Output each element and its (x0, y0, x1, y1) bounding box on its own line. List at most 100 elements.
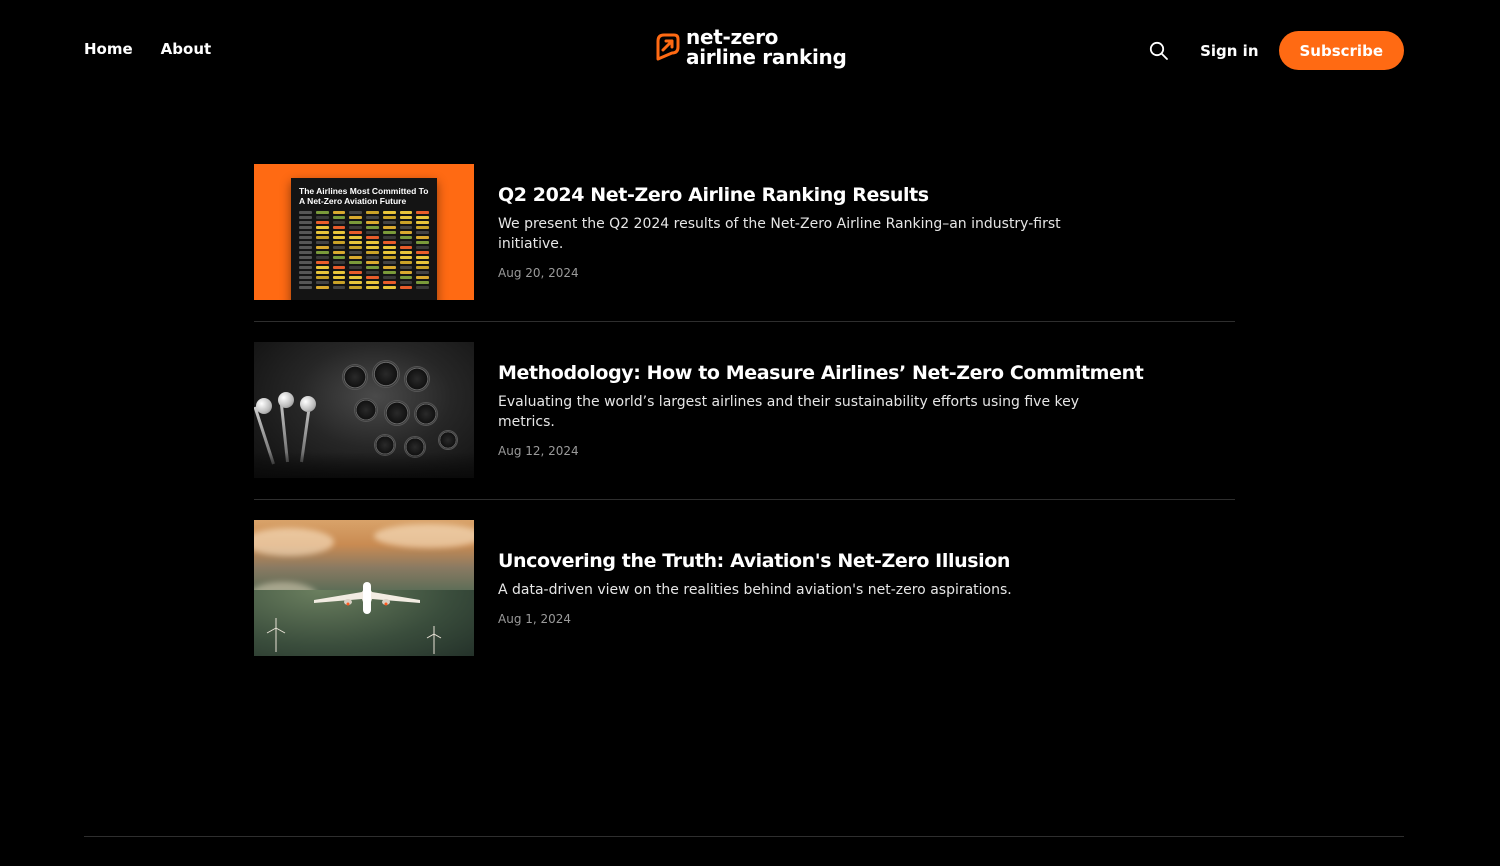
poster-grid-cell (349, 286, 362, 289)
poster-grid-cell (416, 226, 429, 229)
poster-grid-cell (416, 221, 429, 224)
poster-grid-cell (366, 276, 379, 279)
poster-grid-cell (332, 276, 346, 279)
post-card[interactable]: The Airlines Most Committed To A Net-Zer… (254, 164, 1235, 300)
search-icon[interactable] (1148, 40, 1170, 62)
poster-grid-cell (299, 241, 312, 244)
cockpit-gauge (384, 400, 410, 426)
poster-grid-cell (366, 211, 379, 214)
poster-grid-cell (382, 231, 396, 234)
poster-grid-cell (399, 226, 413, 229)
post-divider (254, 499, 1235, 500)
poster-grid-cell (332, 216, 346, 219)
poster-grid-cell (399, 266, 413, 269)
subscribe-button[interactable]: Subscribe (1278, 31, 1404, 70)
poster-grid-cell (382, 281, 396, 284)
poster-grid-cell (366, 256, 379, 259)
poster-grid-cell (366, 266, 379, 269)
poster-grid-cell (299, 266, 312, 269)
poster-grid-cell (315, 236, 329, 239)
post-title[interactable]: Uncovering the Truth: Aviation's Net-Zer… (498, 550, 1094, 572)
throttle-knob (256, 398, 272, 414)
poster-ranking-grid (299, 211, 429, 289)
poster-grid-cell (399, 216, 413, 219)
poster-grid-cell (315, 251, 329, 254)
logo-arrow-icon (652, 29, 680, 65)
nav-home-link[interactable]: Home (84, 40, 133, 58)
poster-grid-cell (315, 266, 329, 269)
poster-grid-cell (332, 251, 346, 254)
poster-grid-cell (299, 286, 312, 289)
poster-grid-cell (299, 221, 312, 224)
poster-grid-cell (416, 211, 429, 214)
post-thumbnail[interactable] (254, 342, 474, 478)
throttle-knob (300, 396, 316, 412)
poster-grid-cell (315, 221, 329, 224)
post-card[interactable]: Uncovering the Truth: Aviation's Net-Zer… (254, 520, 1235, 656)
cockpit-gauge (372, 360, 400, 388)
post-thumbnail[interactable]: The Airlines Most Committed To A Net-Zer… (254, 164, 474, 300)
poster-grid-cell (349, 216, 362, 219)
cockpit-panel-shadow (254, 452, 474, 478)
poster-grid-cell (366, 226, 379, 229)
poster-grid-cell (399, 246, 413, 249)
poster-grid-cell (382, 221, 396, 224)
poster-grid-cell (332, 266, 346, 269)
post-thumbnail[interactable] (254, 520, 474, 656)
poster-grid-cell (382, 276, 396, 279)
post-excerpt: We present the Q2 2024 results of the Ne… (498, 216, 1061, 252)
poster-grid-cell (349, 251, 362, 254)
post-date: Aug 1, 2024 (498, 612, 572, 626)
poster-grid-cell (332, 271, 346, 274)
poster-grid-cell (332, 286, 346, 289)
poster-grid-cell (366, 221, 379, 224)
poster-grid-cell (332, 261, 346, 264)
poster-grid-cell (399, 256, 413, 259)
poster-grid-cell (382, 261, 396, 264)
poster-grid-cell (315, 281, 329, 284)
poster-grid-cell (382, 271, 396, 274)
poster-grid-cell (299, 261, 312, 264)
poster-grid-cell (399, 211, 413, 214)
cockpit-gauge (414, 402, 438, 426)
poster-grid-cell (332, 226, 346, 229)
post-title[interactable]: Q2 2024 Net-Zero Airline Ranking Results (498, 184, 1094, 206)
post-excerpt: A data-driven view on the realities behi… (498, 582, 1012, 598)
poster-grid-cell (349, 241, 362, 244)
poster-grid-cell (399, 236, 413, 239)
poster-grid-cell (399, 281, 413, 284)
post-body: Uncovering the Truth: Aviation's Net-Zer… (474, 520, 1094, 656)
poster-grid-cell (332, 236, 346, 239)
poster-grid-cell (382, 226, 396, 229)
logo-line-1: net-zero (686, 25, 779, 49)
poster-grid-cell (366, 241, 379, 244)
sign-in-link[interactable]: Sign in (1200, 42, 1258, 60)
site-header: Home About net-zero airline ranking Sign… (0, 0, 1500, 100)
wind-turbine-icon (426, 626, 442, 654)
poster-grid-cell (315, 241, 329, 244)
poster-grid-cell (399, 261, 413, 264)
post-title[interactable]: Methodology: How to Measure Airlines’ Ne… (498, 362, 1144, 384)
poster-grid-cell (349, 211, 362, 214)
poster-grid-cell (349, 246, 362, 249)
poster-grid-cell (416, 251, 429, 254)
poster-grid-cell (315, 216, 329, 219)
poster-grid-cell (366, 251, 379, 254)
poster-grid-cell (416, 281, 429, 284)
poster-grid-cell (382, 256, 396, 259)
poster-grid-cell (416, 256, 429, 259)
post-card[interactable]: Methodology: How to Measure Airlines’ Ne… (254, 342, 1235, 478)
poster-grid-cell (416, 266, 429, 269)
poster-grid-cell (399, 241, 413, 244)
poster-grid-cell (332, 211, 346, 214)
poster-grid-cell (366, 281, 379, 284)
poster-grid-cell (349, 261, 362, 264)
site-logo[interactable]: net-zero airline ranking (652, 27, 847, 67)
poster-grid-cell (332, 231, 346, 234)
poster-grid-cell (299, 231, 312, 234)
poster-grid-cell (366, 286, 379, 289)
header-actions: Sign in Subscribe (1148, 31, 1404, 70)
poster-grid-cell (382, 241, 396, 244)
nav-about-link[interactable]: About (161, 40, 212, 58)
cockpit-gauge (404, 366, 430, 392)
